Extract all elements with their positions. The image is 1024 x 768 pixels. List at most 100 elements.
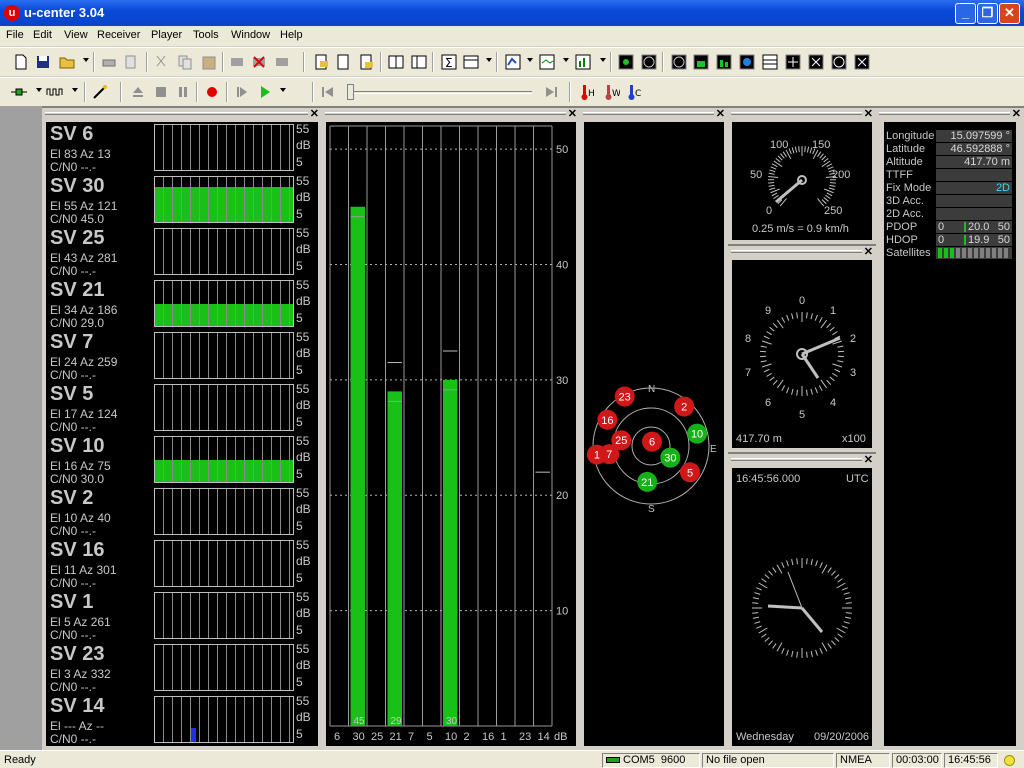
- sky-view-icon[interactable]: [640, 53, 658, 71]
- pane-close-icon[interactable]: ✕: [310, 109, 319, 120]
- info-value: [936, 169, 1012, 181]
- menu-file[interactable]: File: [6, 29, 24, 41]
- cut-icon[interactable]: [152, 53, 170, 71]
- dial-tick: [821, 642, 828, 652]
- deviation-map-icon[interactable]: [617, 53, 635, 71]
- save-icon[interactable]: [34, 53, 52, 71]
- world-view-icon[interactable]: [738, 53, 756, 71]
- play-dropdown-icon[interactable]: [280, 88, 286, 92]
- doc-text-icon[interactable]: [357, 53, 375, 71]
- dial-tick: [834, 574, 840, 579]
- menu-view[interactable]: View: [64, 29, 88, 41]
- star-view-icon[interactable]: [784, 53, 802, 71]
- menu-receiver[interactable]: Receiver: [97, 29, 140, 41]
- pane-close-icon[interactable]: ✕: [864, 455, 873, 466]
- doc-view-icon[interactable]: [312, 53, 330, 71]
- dial-tick: [826, 323, 832, 329]
- stop-icon[interactable]: [152, 83, 170, 101]
- table-dropdown-icon[interactable]: [486, 58, 492, 62]
- play-icon[interactable]: [256, 83, 274, 101]
- clock-view-icon[interactable]: [830, 53, 848, 71]
- panes-split-icon[interactable]: [410, 53, 428, 71]
- map-dropdown-icon[interactable]: [527, 58, 533, 62]
- sv-level-meter: [154, 696, 294, 743]
- dial-tick: [815, 649, 818, 656]
- chart-line-dropdown-icon[interactable]: [563, 58, 569, 62]
- data-table-icon[interactable]: [761, 53, 779, 71]
- pause-icon[interactable]: [174, 83, 192, 101]
- menu-tools[interactable]: Tools: [193, 29, 219, 41]
- signal-bar-chart-svg: 50 40 30 20 10 6 45 30 25 29 21 7 5 30 10 2 16 1 23 14 dB: [329, 125, 568, 743]
- pane-grip[interactable]: [879, 112, 1010, 115]
- open-dropdown-icon[interactable]: [83, 58, 89, 62]
- doc-binary-icon[interactable]: [334, 53, 352, 71]
- chart-bar-icon[interactable]: [574, 53, 592, 71]
- playback-slider-thumb[interactable]: [347, 84, 354, 100]
- chart-bar-dropdown-icon[interactable]: [600, 58, 606, 62]
- sv-name: SV 21: [50, 279, 105, 301]
- status-clock: 16:45:56: [944, 753, 998, 768]
- pane-close-icon[interactable]: ✕: [716, 109, 725, 120]
- pane-close-icon[interactable]: ✕: [568, 109, 577, 120]
- open-folder-icon[interactable]: [58, 53, 76, 71]
- pane-close-icon[interactable]: ✕: [1012, 109, 1021, 120]
- cross-view-icon[interactable]: [807, 53, 825, 71]
- connection-dropdown-icon[interactable]: [36, 88, 42, 92]
- menu-window[interactable]: Window: [231, 29, 270, 41]
- maximize-button[interactable]: ❐: [977, 3, 998, 24]
- pdop-min: 0: [938, 221, 945, 233]
- menu-player[interactable]: Player: [151, 29, 182, 41]
- dial-tick: [796, 558, 798, 565]
- pane-grip[interactable]: [731, 250, 862, 253]
- pane-grip[interactable]: [583, 112, 714, 115]
- receiver-reset-icon[interactable]: [250, 53, 268, 71]
- satellite-level-icon[interactable]: [692, 53, 710, 71]
- eject-icon[interactable]: [129, 83, 147, 101]
- satellite-count-segment: [986, 248, 990, 258]
- map-icon[interactable]: [504, 53, 522, 71]
- info-satellites: Satellites: [884, 247, 1014, 260]
- pane-grip[interactable]: [325, 112, 566, 115]
- print-preview-icon[interactable]: [122, 53, 140, 71]
- close-button[interactable]: ✕: [999, 3, 1020, 24]
- copy-icon[interactable]: [176, 53, 194, 71]
- receiver-icon[interactable]: [228, 53, 246, 71]
- forward-to-end-icon[interactable]: [542, 83, 560, 101]
- pane-grip[interactable]: [731, 458, 862, 461]
- toolbar-separator: [496, 52, 498, 72]
- pane-grip[interactable]: [45, 112, 308, 115]
- connection-icon[interactable]: [10, 83, 28, 101]
- pane-grip[interactable]: [731, 112, 862, 115]
- table-view-icon[interactable]: [462, 53, 480, 71]
- baudrate-icon[interactable]: [46, 83, 64, 101]
- dial-tick: [823, 157, 829, 163]
- sv-scale-bottom: 5: [296, 519, 303, 533]
- cold-start-icon[interactable]: C: [625, 83, 643, 101]
- menu-edit[interactable]: Edit: [33, 29, 52, 41]
- panes-view-icon[interactable]: [387, 53, 405, 71]
- rewind-to-start-icon[interactable]: [319, 83, 337, 101]
- autobauding-wand-icon[interactable]: [91, 83, 109, 101]
- chart-line-icon[interactable]: [538, 53, 556, 71]
- receiver-config-icon[interactable]: [273, 53, 291, 71]
- menu-help[interactable]: Help: [280, 29, 303, 41]
- info-value: 417.70 m: [936, 156, 1012, 168]
- record-icon[interactable]: [203, 83, 221, 101]
- sv-level-meter: [154, 332, 294, 379]
- warm-start-icon[interactable]: W: [602, 83, 620, 101]
- compass-view-icon[interactable]: [670, 53, 688, 71]
- step-forward-icon[interactable]: [233, 83, 251, 101]
- tools-view-icon[interactable]: [853, 53, 871, 71]
- sky-satellite: 7: [599, 444, 620, 465]
- paste-icon[interactable]: [200, 53, 218, 71]
- new-file-icon[interactable]: [12, 53, 30, 71]
- hot-start-icon[interactable]: H: [578, 83, 596, 101]
- print-icon[interactable]: [100, 53, 118, 71]
- minimize-button[interactable]: _: [955, 3, 976, 24]
- pane-close-icon[interactable]: ✕: [864, 247, 873, 258]
- signal-history-icon[interactable]: [715, 53, 733, 71]
- baudrate-dropdown-icon[interactable]: [72, 88, 78, 92]
- playback-track[interactable]: [348, 91, 532, 94]
- pane-close-icon[interactable]: ✕: [864, 109, 873, 120]
- sum-icon[interactable]: Σ: [440, 53, 458, 71]
